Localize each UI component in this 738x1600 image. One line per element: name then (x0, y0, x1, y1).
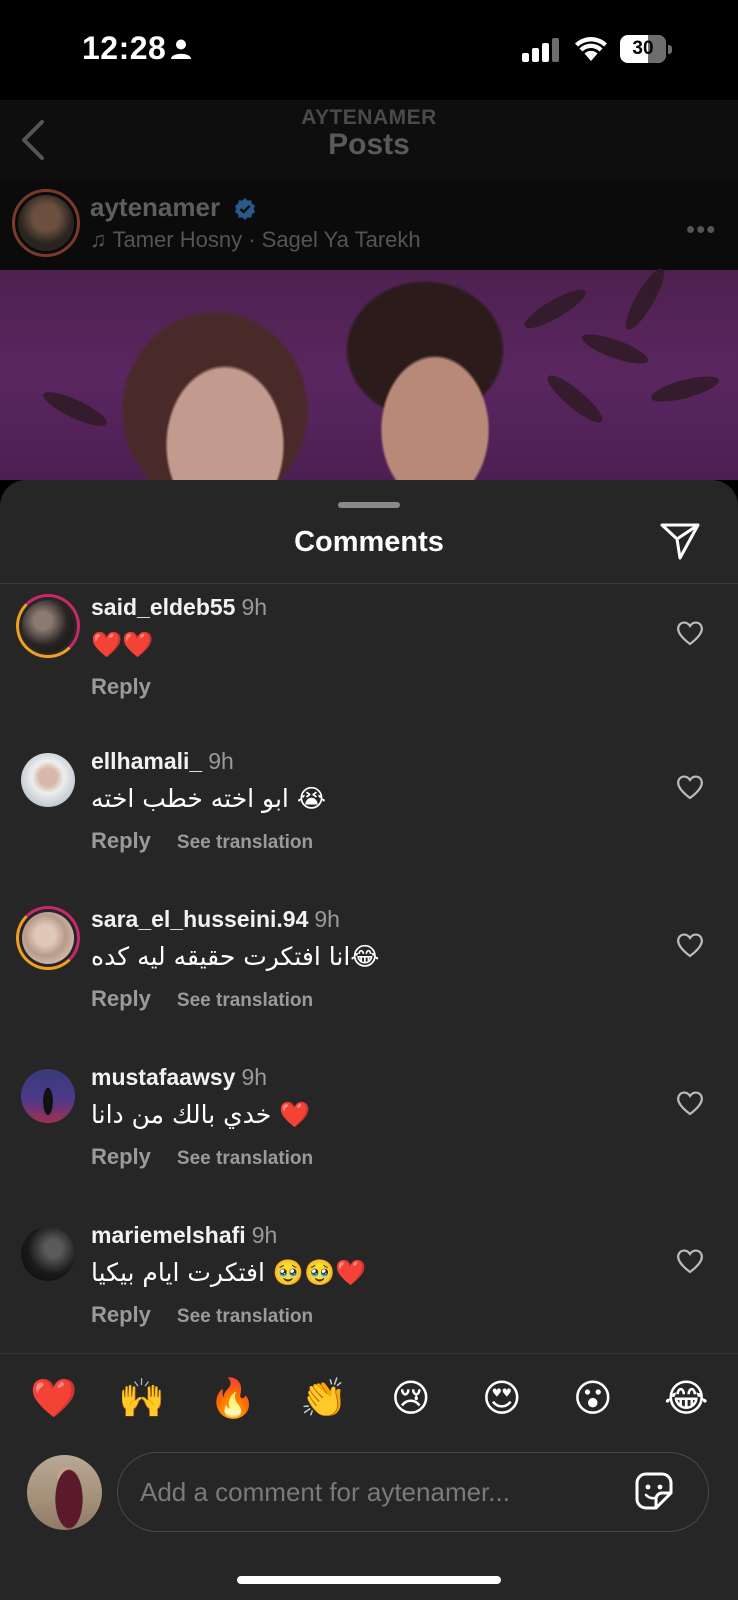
comment-header: said_eldeb55 9h (91, 594, 267, 621)
comment-time: 9h (208, 748, 234, 774)
comment-item: sara_el_husseini.94 9h انا افتكرت حقيقه ل… (0, 902, 738, 1032)
post-header: aytenamer ♫ Tamer Hosny · Sagel Ya Tarekh… (0, 182, 738, 270)
comment-item: mariemelshafi 9h افتكرت ايام بيكيا 🥹🥹❤️ R… (0, 1218, 738, 1348)
post-song[interactable]: ♫ Tamer Hosny · Sagel Ya Tarekh (90, 227, 421, 253)
like-heart-icon[interactable] (676, 620, 704, 651)
battery-icon: 30 (620, 35, 672, 63)
comment-input[interactable] (140, 1453, 610, 1531)
comment-text: انا افتكرت حقيقه ليه كده😂 (91, 942, 380, 971)
music-note-icon: ♫ (90, 227, 107, 252)
comment-header: mustafaawsy 9h (91, 1064, 267, 1091)
emoji-quick-bar: ❤️ 🙌 🔥 👏 😢 😍 😮 😂 (0, 1353, 738, 1439)
comment-actions: Reply See translation (91, 1302, 313, 1328)
post-avatar[interactable] (12, 189, 80, 257)
comment-actions: Reply See translation (91, 986, 313, 1012)
reply-button[interactable]: Reply (91, 674, 151, 699)
comment-text: افتكرت ايام بيكيا 🥹🥹❤️ (91, 1258, 367, 1287)
sticker-icon[interactable] (634, 1471, 674, 1516)
see-translation-link[interactable]: See translation (177, 1148, 313, 1169)
comment-header: sara_el_husseini.94 9h (91, 906, 340, 933)
comment-header: mariemelshafi 9h (91, 1222, 277, 1249)
comment-text: خدي بالك من دانا ❤️ (91, 1100, 311, 1129)
comment-time: 9h (241, 594, 268, 620)
emoji-raised-hands-button[interactable]: 🙌 (118, 1376, 165, 1421)
status-time: 12:28 (82, 30, 167, 66)
background-post-page: AYTENAMER Posts aytenamer ♫ Tamer Hosny ·… (0, 100, 738, 480)
person-icon (170, 38, 192, 65)
comment-username[interactable]: mustafaawsy (91, 1064, 235, 1090)
emoji-fire-button[interactable]: 🔥 (209, 1376, 256, 1421)
comment-avatar[interactable] (16, 906, 80, 970)
see-translation-link[interactable]: See translation (177, 1306, 313, 1327)
comments-sheet: Comments said_eldeb55 9h ❤️❤️ Reply ellha… (0, 480, 738, 1600)
like-heart-icon[interactable] (676, 1090, 704, 1121)
sheet-title: Comments (294, 526, 444, 558)
comment-avatar[interactable] (21, 1227, 75, 1281)
home-indicator[interactable] (237, 1576, 501, 1584)
emoji-crying-button[interactable]: 😢 (391, 1376, 431, 1420)
sheet-grabber[interactable] (338, 502, 400, 508)
post-image (0, 264, 738, 480)
comment-item: ellhamali_ 9h ابو اخته خطب اخته 😭 Reply Se… (0, 744, 738, 874)
reply-button[interactable]: Reply (91, 1144, 151, 1169)
post-username[interactable]: aytenamer (90, 192, 220, 223)
emoji-laughing-button[interactable]: 😂 (664, 1376, 708, 1420)
nav-username: AYTENAMER (301, 106, 437, 129)
reply-button[interactable]: Reply (91, 986, 151, 1011)
share-send-icon[interactable] (660, 522, 700, 565)
like-heart-icon[interactable] (676, 774, 704, 805)
emoji-heart-button[interactable]: ❤️ (30, 1376, 77, 1421)
comment-text: ❤️❤️ (91, 630, 154, 659)
comment-item: said_eldeb55 9h ❤️❤️ Reply (0, 590, 738, 720)
wifi-icon (574, 35, 608, 66)
comment-item: mustafaawsy 9h خدي بالك من دانا ❤️ Reply S… (0, 1060, 738, 1190)
battery-level: 30 (632, 38, 654, 59)
like-heart-icon[interactable] (676, 932, 704, 963)
verified-badge-icon (234, 198, 256, 225)
comment-avatar[interactable] (16, 594, 80, 658)
emoji-surprised-button[interactable]: 😮 (573, 1376, 613, 1420)
comment-username[interactable]: sara_el_husseini.94 (91, 906, 308, 932)
emoji-clap-button[interactable]: 👏 (300, 1376, 347, 1421)
comment-avatar[interactable] (21, 753, 75, 807)
comment-time: 9h (241, 1064, 268, 1090)
reply-button[interactable]: Reply (91, 1302, 151, 1327)
comment-actions: Reply See translation (91, 828, 313, 854)
comment-header: ellhamali_ 9h (91, 748, 234, 775)
cellular-signal-icon (522, 38, 562, 67)
comment-username[interactable]: said_eldeb55 (91, 594, 235, 620)
composer-avatar (27, 1455, 102, 1530)
comment-text: ابو اخته خطب اخته 😭 (91, 784, 327, 813)
comment-time: 9h (314, 906, 340, 932)
sheet-divider (0, 583, 738, 584)
reply-button[interactable]: Reply (91, 828, 151, 853)
comment-username[interactable]: mariemelshafi (91, 1222, 246, 1248)
like-heart-icon[interactable] (676, 1248, 704, 1279)
emoji-heart-eyes-button[interactable]: 😍 (482, 1376, 522, 1420)
comment-avatar[interactable] (21, 1069, 75, 1123)
comment-username[interactable]: ellhamali_ (91, 748, 202, 774)
nav-header: AYTENAMER Posts (0, 100, 738, 182)
comment-time: 9h (251, 1222, 278, 1248)
status-bar: 12:28 30 (0, 0, 738, 100)
comment-actions: Reply (91, 674, 151, 700)
see-translation-link[interactable]: See translation (177, 990, 313, 1011)
see-translation-link[interactable]: See translation (177, 832, 313, 853)
more-options-icon[interactable]: ••• (686, 214, 716, 245)
nav-title: Posts (328, 128, 410, 161)
comment-actions: Reply See translation (91, 1144, 313, 1170)
comment-composer (117, 1452, 709, 1532)
